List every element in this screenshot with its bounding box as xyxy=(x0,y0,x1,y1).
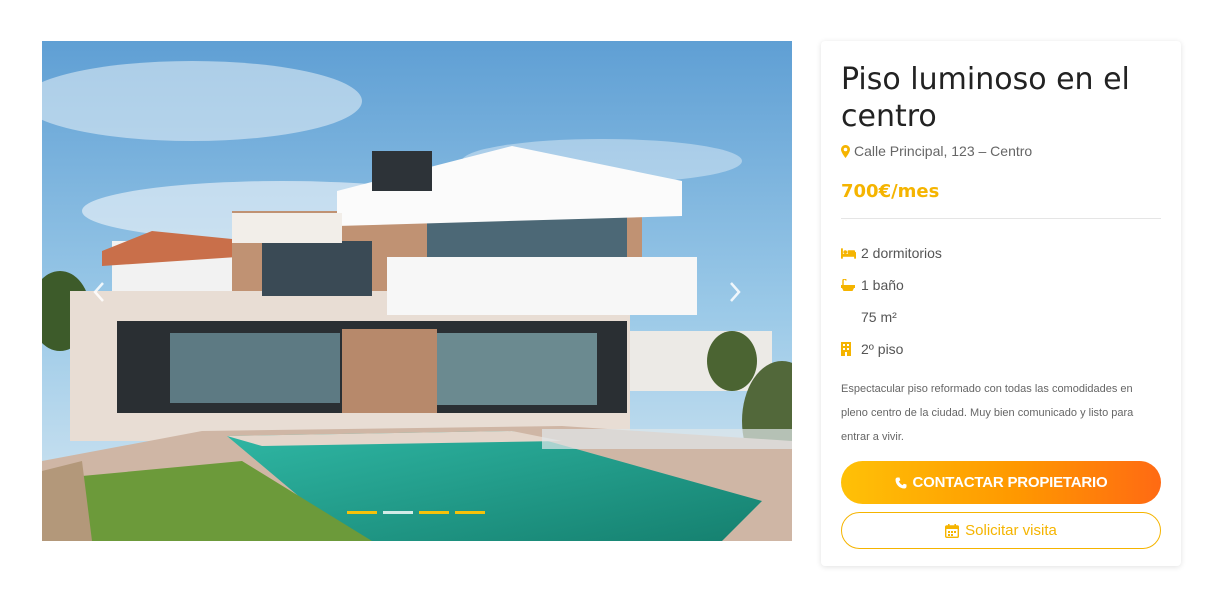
chevron-left-icon xyxy=(93,282,104,302)
address-text: Calle Principal, 123 – Centro xyxy=(854,143,1033,159)
divider xyxy=(841,218,1161,219)
property-photo xyxy=(42,41,792,541)
feature-area: 75 m² xyxy=(841,301,1161,333)
bed-icon xyxy=(841,247,856,259)
carousel-indicators xyxy=(347,511,485,514)
carousel-prev-button[interactable] xyxy=(86,279,112,305)
property-title: Piso luminoso en el centro xyxy=(841,62,1130,134)
carousel-indicator-4[interactable] xyxy=(455,511,485,514)
property-price: 700€/mes xyxy=(841,181,940,202)
property-image-carousel[interactable] xyxy=(42,41,792,541)
request-visit-label: Solicitar visita xyxy=(965,522,1057,539)
property-features: 2 dormitorios 1 baño 75 m² 2º piso xyxy=(841,237,1161,365)
building-icon xyxy=(841,342,856,356)
feature-bathrooms: 1 baño xyxy=(841,269,1161,301)
phone-icon xyxy=(895,477,907,488)
area-text: 75 m² xyxy=(861,309,897,325)
carousel-indicator-3[interactable] xyxy=(419,511,449,514)
property-address: Calle Principal, 123 – Centro xyxy=(841,143,1161,159)
bath-icon xyxy=(841,279,856,291)
contact-owner-button[interactable]: CONTACTAR PROPIETARIO xyxy=(841,461,1161,504)
contact-owner-label: CONTACTAR PROPIETARIO xyxy=(912,474,1108,491)
feature-bedrooms: 2 dormitorios xyxy=(841,237,1161,269)
feature-floor: 2º piso xyxy=(841,333,1161,365)
carousel-next-button[interactable] xyxy=(722,279,748,305)
map-marker-icon xyxy=(841,144,850,158)
bathrooms-text: 1 baño xyxy=(861,277,904,293)
floor-text: 2º piso xyxy=(861,341,904,357)
carousel-indicator-1[interactable] xyxy=(347,511,377,514)
bedrooms-text: 2 dormitorios xyxy=(861,245,942,261)
chevron-right-icon xyxy=(730,282,741,302)
carousel-indicator-2[interactable] xyxy=(383,511,413,514)
property-description: Espectacular piso reformado con todas la… xyxy=(841,383,1134,443)
request-visit-button[interactable]: Solicitar visita xyxy=(841,512,1161,549)
property-details-card: Piso luminoso en el centro Calle Princip… xyxy=(821,41,1181,566)
calendar-icon xyxy=(945,523,960,538)
